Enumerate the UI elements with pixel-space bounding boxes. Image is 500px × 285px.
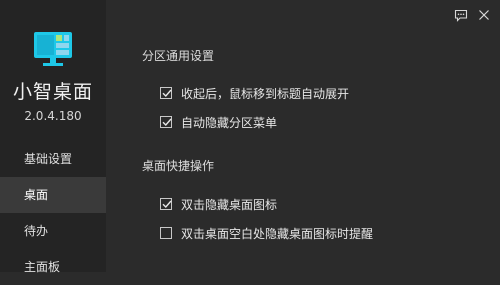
app-name: 小智桌面 <box>12 81 93 103</box>
option-label: 双击桌面空白处隐藏桌面图标时提醒 <box>181 226 374 241</box>
settings-window: 小智桌面 2.0.4.180 基础设置 桌面 待办 主面板 分区通用设置 收起后… <box>0 0 500 274</box>
option-label: 收起后，鼠标移到标题自动展开 <box>181 86 350 101</box>
checkbox-checked[interactable] <box>160 87 172 99</box>
sidebar-item-main-panel[interactable]: 主面板 <box>0 249 106 285</box>
feedback-icon[interactable] <box>453 7 469 23</box>
checkbox-unchecked[interactable] <box>160 227 172 239</box>
sidebar-item-todo[interactable]: 待办 <box>0 213 106 249</box>
check-icon <box>162 118 172 127</box>
option-auto-hide-menu[interactable]: 自动隐藏分区菜单 <box>160 114 277 130</box>
checkbox-checked[interactable] <box>160 116 172 128</box>
sidebar-item-desktop[interactable]: 桌面 <box>0 177 106 213</box>
section-title-shortcuts: 桌面快捷操作 <box>142 159 215 173</box>
option-hide-icons-reminder[interactable]: 双击桌面空白处隐藏桌面图标时提醒 <box>160 225 373 241</box>
check-icon <box>162 200 172 209</box>
check-icon <box>162 89 172 98</box>
app-logo-icon <box>34 32 72 66</box>
option-double-click-hide-icons[interactable]: 双击隐藏桌面图标 <box>160 196 277 212</box>
app-version: 2.0.4.180 <box>24 109 82 123</box>
option-label: 双击隐藏桌面图标 <box>181 197 278 212</box>
close-icon[interactable] <box>476 7 492 23</box>
option-expand-on-hover[interactable]: 收起后，鼠标移到标题自动展开 <box>160 85 349 101</box>
sidebar-item-basic-settings[interactable]: 基础设置 <box>0 141 106 177</box>
section-title-partition: 分区通用设置 <box>142 49 215 63</box>
sidebar: 小智桌面 2.0.4.180 基础设置 桌面 待办 主面板 <box>0 0 106 274</box>
option-label: 自动隐藏分区菜单 <box>181 115 278 130</box>
checkbox-checked[interactable] <box>160 198 172 210</box>
